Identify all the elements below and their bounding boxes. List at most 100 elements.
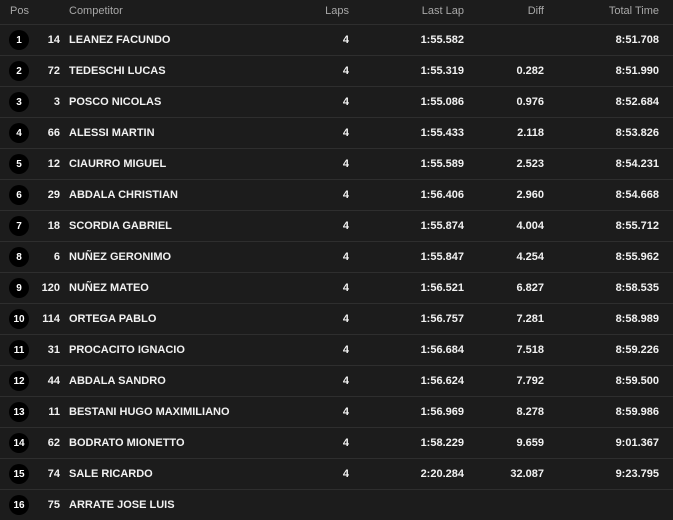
- last-lap-value: 2:20.284: [420, 468, 464, 480]
- table-body: 1 14 LEANEZ FACUNDO 4 1:55.582 8:51.708 2 72 TED…: [0, 24, 673, 520]
- total-time-value: 9:01.367: [615, 437, 659, 449]
- diff-value: 6.827: [516, 282, 544, 294]
- competitor-name[interactable]: BODRATO MIONETTO: [69, 428, 289, 458]
- last-lap-value: 1:56.406: [420, 189, 464, 201]
- total-time-value: 8:59.986: [615, 406, 659, 418]
- competitor-name[interactable]: PROCACITO IGNACIO: [69, 335, 289, 365]
- header-diff[interactable]: Diff: [470, 0, 544, 22]
- competitor-name[interactable]: ALESSI MARTIN: [69, 118, 289, 148]
- last-lap-value: 1:56.521: [420, 282, 464, 294]
- competitor-name[interactable]: ABDALA CHRISTIAN: [69, 180, 289, 210]
- table-row[interactable]: 10 114 ORTEGA PABLO 4 1:56.757 7.281 8:58.989: [0, 303, 673, 334]
- laps-value: 4: [342, 437, 349, 449]
- position-cell: 7: [0, 211, 38, 241]
- car-number: 74: [47, 468, 60, 480]
- last-lap-value: 1:56.624: [420, 375, 464, 387]
- table-row[interactable]: 12 44 ABDALA SANDRO 4 1:56.624 7.792 8:59.500: [0, 365, 673, 396]
- table-header: Pos Competitor Laps Last Lap Diff Total …: [0, 0, 673, 24]
- last-lap-value: 1:56.684: [420, 344, 464, 356]
- competitor-name[interactable]: SALE RICARDO: [69, 459, 289, 489]
- total-time-value: 8:51.990: [615, 65, 659, 77]
- competitor-name[interactable]: LEANEZ FACUNDO: [69, 25, 289, 55]
- laps-value: 4: [342, 189, 349, 201]
- last-lap-value: 1:55.086: [420, 96, 464, 108]
- laps-value: 4: [342, 468, 349, 480]
- competitor-name[interactable]: BESTANI HUGO MAXIMILIANO: [69, 397, 289, 427]
- position-badge: 16: [9, 495, 29, 515]
- competitor-name[interactable]: POSCO NICOLAS: [69, 87, 289, 117]
- table-row[interactable]: 14 62 BODRATO MIONETTO 4 1:58.229 9.659 9:01.3…: [0, 427, 673, 458]
- total-time-value: 8:53.826: [615, 127, 659, 139]
- table-row[interactable]: 9 120 NUÑEZ MATEO 4 1:56.521 6.827 8:58.535: [0, 272, 673, 303]
- competitor-name[interactable]: ORTEGA PABLO: [69, 304, 289, 334]
- position-cell: 15: [0, 459, 38, 489]
- position-badge: 13: [9, 402, 29, 422]
- header-laps[interactable]: Laps: [300, 0, 349, 22]
- header-total-time[interactable]: Total Time: [560, 0, 659, 22]
- car-number: 3: [53, 96, 60, 108]
- total-time-value: 8:59.226: [615, 344, 659, 356]
- diff-value: 0.282: [516, 65, 544, 77]
- position-badge: 10: [9, 309, 29, 329]
- table-row[interactable]: 5 12 CIAURRO MIGUEL 4 1:55.589 2.523 8:54.231: [0, 148, 673, 179]
- position-cell: 1: [0, 25, 38, 55]
- competitor-name[interactable]: TEDESCHI LUCAS: [69, 56, 289, 86]
- competitor-name[interactable]: SCORDIA GABRIEL: [69, 211, 289, 241]
- laps-value: 4: [342, 313, 349, 325]
- table-row[interactable]: 15 74 SALE RICARDO 4 2:20.284 32.087 9:23.795: [0, 458, 673, 489]
- table-row[interactable]: 4 66 ALESSI MARTIN 4 1:55.433 2.118 8:53.826: [0, 117, 673, 148]
- table-row[interactable]: 2 72 TEDESCHI LUCAS 4 1:55.319 0.282 8:51.990: [0, 55, 673, 86]
- position-cell: 14: [0, 428, 38, 458]
- laps-value: 4: [342, 158, 349, 170]
- position-cell: 5: [0, 149, 38, 179]
- total-time-value: 8:58.535: [615, 282, 659, 294]
- position-badge: 9: [9, 278, 29, 298]
- laps-value: 4: [342, 127, 349, 139]
- car-number: 66: [47, 127, 60, 139]
- laps-value: 4: [342, 96, 349, 108]
- position-badge: 6: [9, 185, 29, 205]
- table-row[interactable]: 13 11 BESTANI HUGO MAXIMILIANO 4 1:56.969 8.2…: [0, 396, 673, 427]
- competitor-name[interactable]: ABDALA SANDRO: [69, 366, 289, 396]
- diff-value: 2.523: [516, 158, 544, 170]
- laps-value: 4: [342, 65, 349, 77]
- table-row[interactable]: 8 6 NUÑEZ GERONIMO 4 1:55.847 4.254 8:55.962: [0, 241, 673, 272]
- diff-value: 32.087: [510, 468, 544, 480]
- total-time-value: 8:55.712: [615, 220, 659, 232]
- position-badge: 1: [9, 30, 29, 50]
- car-number: 12: [47, 158, 60, 170]
- table-row[interactable]: 7 18 SCORDIA GABRIEL 4 1:55.874 4.004 8:55.712: [0, 210, 673, 241]
- laps-value: 4: [342, 344, 349, 356]
- position-badge: 15: [9, 464, 29, 484]
- car-number: 75: [47, 499, 60, 511]
- last-lap-value: 1:55.319: [420, 65, 464, 77]
- header-pos[interactable]: Pos: [10, 0, 29, 22]
- competitor-name[interactable]: CIAURRO MIGUEL: [69, 149, 289, 179]
- table-row[interactable]: 1 14 LEANEZ FACUNDO 4 1:55.582 8:51.708: [0, 24, 673, 55]
- diff-value: [470, 25, 544, 55]
- diff-value: 4.004: [516, 220, 544, 232]
- header-last-lap[interactable]: Last Lap: [380, 0, 464, 22]
- position-badge: 4: [9, 123, 29, 143]
- diff-value: 2.960: [516, 189, 544, 201]
- table-row[interactable]: 6 29 ABDALA CHRISTIAN 4 1:56.406 2.960 8:54.66…: [0, 179, 673, 210]
- competitor-name[interactable]: NUÑEZ GERONIMO: [69, 242, 289, 272]
- competitor-name[interactable]: ARRATE JOSE LUIS: [69, 490, 289, 520]
- position-cell: 10: [0, 304, 38, 334]
- diff-value: 2.118: [517, 127, 544, 139]
- position-cell: 12: [0, 366, 38, 396]
- car-number: 31: [47, 344, 60, 356]
- diff-value: 0.976: [516, 96, 544, 108]
- competitor-name[interactable]: NUÑEZ MATEO: [69, 273, 289, 303]
- total-time-value: [560, 490, 659, 520]
- last-lap-value: 1:55.433: [420, 127, 464, 139]
- header-competitor[interactable]: Competitor: [69, 0, 289, 22]
- table-row[interactable]: 3 3 POSCO NICOLAS 4 1:55.086 0.976 8:52.684: [0, 86, 673, 117]
- table-row[interactable]: 16 75 ARRATE JOSE LUIS: [0, 489, 673, 520]
- car-number: 6: [53, 251, 60, 263]
- diff-value: 7.281: [516, 313, 544, 325]
- last-lap-value: 1:55.582: [420, 34, 464, 46]
- total-time-value: 8:59.500: [615, 375, 659, 387]
- table-row[interactable]: 11 31 PROCACITO IGNACIO 4 1:56.684 7.518 8:59.…: [0, 334, 673, 365]
- position-badge: 2: [9, 61, 29, 81]
